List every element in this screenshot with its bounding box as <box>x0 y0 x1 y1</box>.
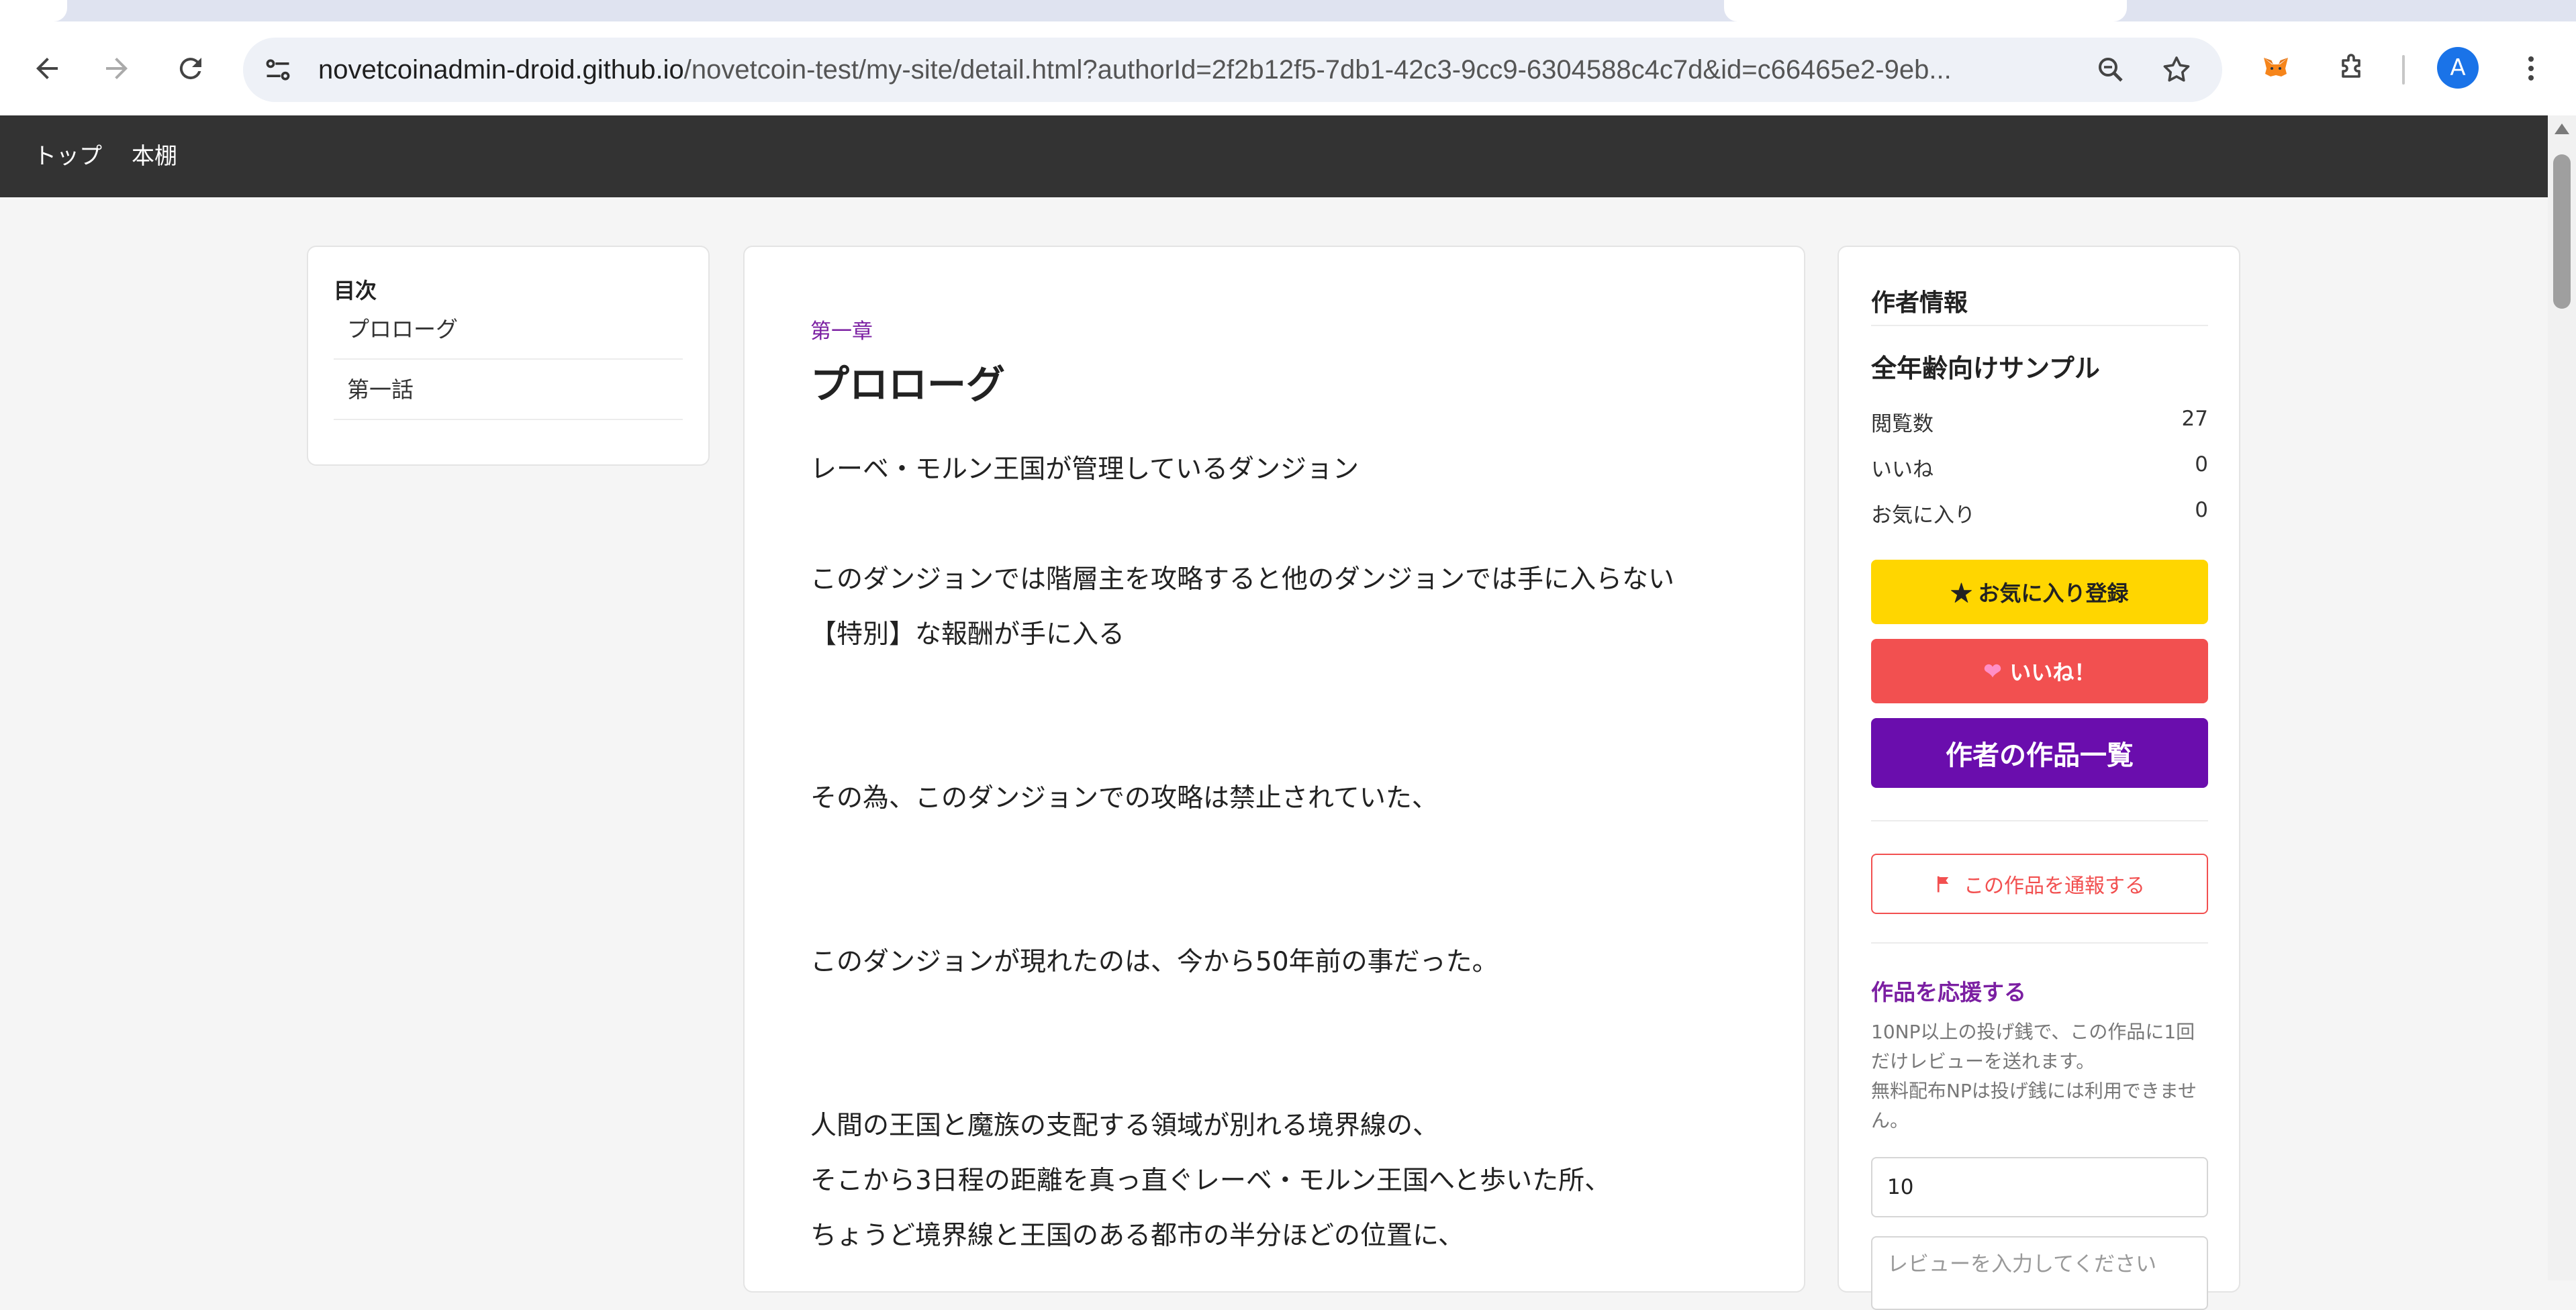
toc-card: 目次 プロローグ 第一話 <box>307 246 710 466</box>
chapter-label: 第一章 <box>810 319 873 344</box>
divider <box>1871 820 2208 821</box>
url-path: /novetcoin-test/my-site/detail.html?auth… <box>683 55 1952 85</box>
author-works-button[interactable]: 作者の作品一覧 <box>1871 718 2208 788</box>
tab-edge <box>0 0 67 21</box>
flag-icon <box>1937 876 1949 893</box>
scroll-thumb[interactable] <box>2553 154 2571 309</box>
stat-value: 27 <box>2181 407 2208 431</box>
toolbar-separator <box>2402 55 2405 85</box>
episode-title: プロローグ <box>810 362 1006 407</box>
stat-label: お気に入り <box>1871 503 1975 527</box>
support-desc-1: 10NP以上の投げ銭で、この作品に1回だけレビューを送れます。 <box>1871 1021 2195 1072</box>
favorite-button[interactable]: ★ お気に入り登録 <box>1871 560 2208 624</box>
body-line: このダンジョンでは階層主を攻略すると他のダンジョンでは手に入らない <box>810 564 1675 595</box>
body-line: そこから3日程の距離を真っ直ぐレーベ・モルン王国へと歩いた所、 <box>810 1166 1611 1196</box>
page-scrollbar[interactable] <box>2548 115 2576 1280</box>
divider <box>1871 942 2208 944</box>
browser-toolbar: novetcoinadmin-droid.github.io/novetcoin… <box>0 21 2576 115</box>
reload-button[interactable] <box>164 42 218 95</box>
back-button[interactable] <box>20 42 74 95</box>
metamask-extension-icon[interactable] <box>2249 42 2303 95</box>
body-line: ちょうど境界線と王国のある都市の半分ほどの位置に、 <box>810 1221 1464 1251</box>
browser-menu-button[interactable] <box>2504 42 2558 95</box>
stat-label: いいね <box>1871 458 1934 482</box>
scroll-up-arrow-icon[interactable] <box>2555 123 2569 134</box>
work-title: 全年齢向けサンプル <box>1871 354 2100 383</box>
forward-button[interactable] <box>90 42 144 95</box>
report-button-label: この作品を通報する <box>1964 875 2145 897</box>
heart-icon: ❤ <box>1983 659 2002 683</box>
toc-item-prologue[interactable]: プロローグ <box>334 299 683 360</box>
site-info-icon[interactable] <box>260 52 295 87</box>
profile-avatar[interactable]: A <box>2437 47 2479 89</box>
body-line: このダンジョンが現れたのは、今から50年前の事だった。 <box>810 947 1498 977</box>
support-desc-2: 無料配布NPは投げ銭には利用できません。 <box>1871 1080 2197 1131</box>
url-text[interactable]: novetcoinadmin-droid.github.io/novetcoin… <box>318 38 2064 102</box>
support-description: 10NP以上の投げ銭で、この作品に1回だけレビューを送れます。 無料配布NPは投… <box>1871 1017 2208 1136</box>
author-info-heading: 作者情報 <box>1871 283 2208 326</box>
tab-strip <box>0 0 2576 21</box>
stat-value: 0 <box>2195 498 2208 522</box>
body-line: レーベ・モルン王国が管理しているダンジョン <box>810 454 1359 485</box>
url-host: novetcoinadmin-droid.github.io <box>318 55 684 85</box>
bookmark-star-icon[interactable] <box>2156 50 2197 90</box>
author-info-card: 作者情報 全年齢向けサンプル 閲覧数 27 いいね 0 お気に入り 0 ★ お気… <box>1838 246 2240 1310</box>
like-button-label: いいね！ <box>2009 660 2096 685</box>
report-button[interactable]: この作品を通報する <box>1871 854 2208 914</box>
forward-arrow-icon <box>106 58 128 79</box>
site-nav: トップ 本棚 <box>0 115 2548 197</box>
back-arrow-icon <box>36 58 58 79</box>
stat-views: 閲覧数 27 <box>1871 407 2208 437</box>
tip-amount-input[interactable]: 10 <box>1871 1157 2208 1217</box>
address-bar[interactable]: novetcoinadmin-droid.github.io/novetcoin… <box>243 38 2222 102</box>
like-button[interactable]: ❤ いいね！ <box>1871 639 2208 703</box>
kebab-menu-icon <box>2528 56 2534 81</box>
body-line: その為、このダンジョンでの攻略は禁止されていた、 <box>810 783 1438 813</box>
nav-link-bookshelf[interactable]: 本棚 <box>132 115 177 197</box>
active-tab[interactable] <box>1724 0 2127 21</box>
reload-icon <box>179 58 201 80</box>
stat-label: 閲覧数 <box>1871 412 1934 436</box>
stat-value: 0 <box>2195 452 2208 476</box>
body-line: 人間の王国と魔族の支配する領域が別れる境界線の、 <box>810 1111 1439 1141</box>
body-line: 【特別】な報酬が手に入る <box>810 619 1125 650</box>
nav-link-top[interactable]: トップ <box>34 115 102 197</box>
support-title: 作品を応援する <box>1871 979 2026 1005</box>
stat-favorites: お気に入り 0 <box>1871 498 2208 528</box>
toc-item-episode-1[interactable]: 第一話 <box>334 360 683 420</box>
episode-content-card: 第一章 プロローグ レーベ・モルン王国が管理しているダンジョン このダンジョンで… <box>743 246 1805 1293</box>
extensions-puzzle-icon[interactable] <box>2324 42 2378 95</box>
zoom-icon[interactable] <box>2091 50 2131 90</box>
review-textarea[interactable]: レビューを入力してください <box>1871 1236 2208 1310</box>
stat-likes: いいね 0 <box>1871 452 2208 483</box>
